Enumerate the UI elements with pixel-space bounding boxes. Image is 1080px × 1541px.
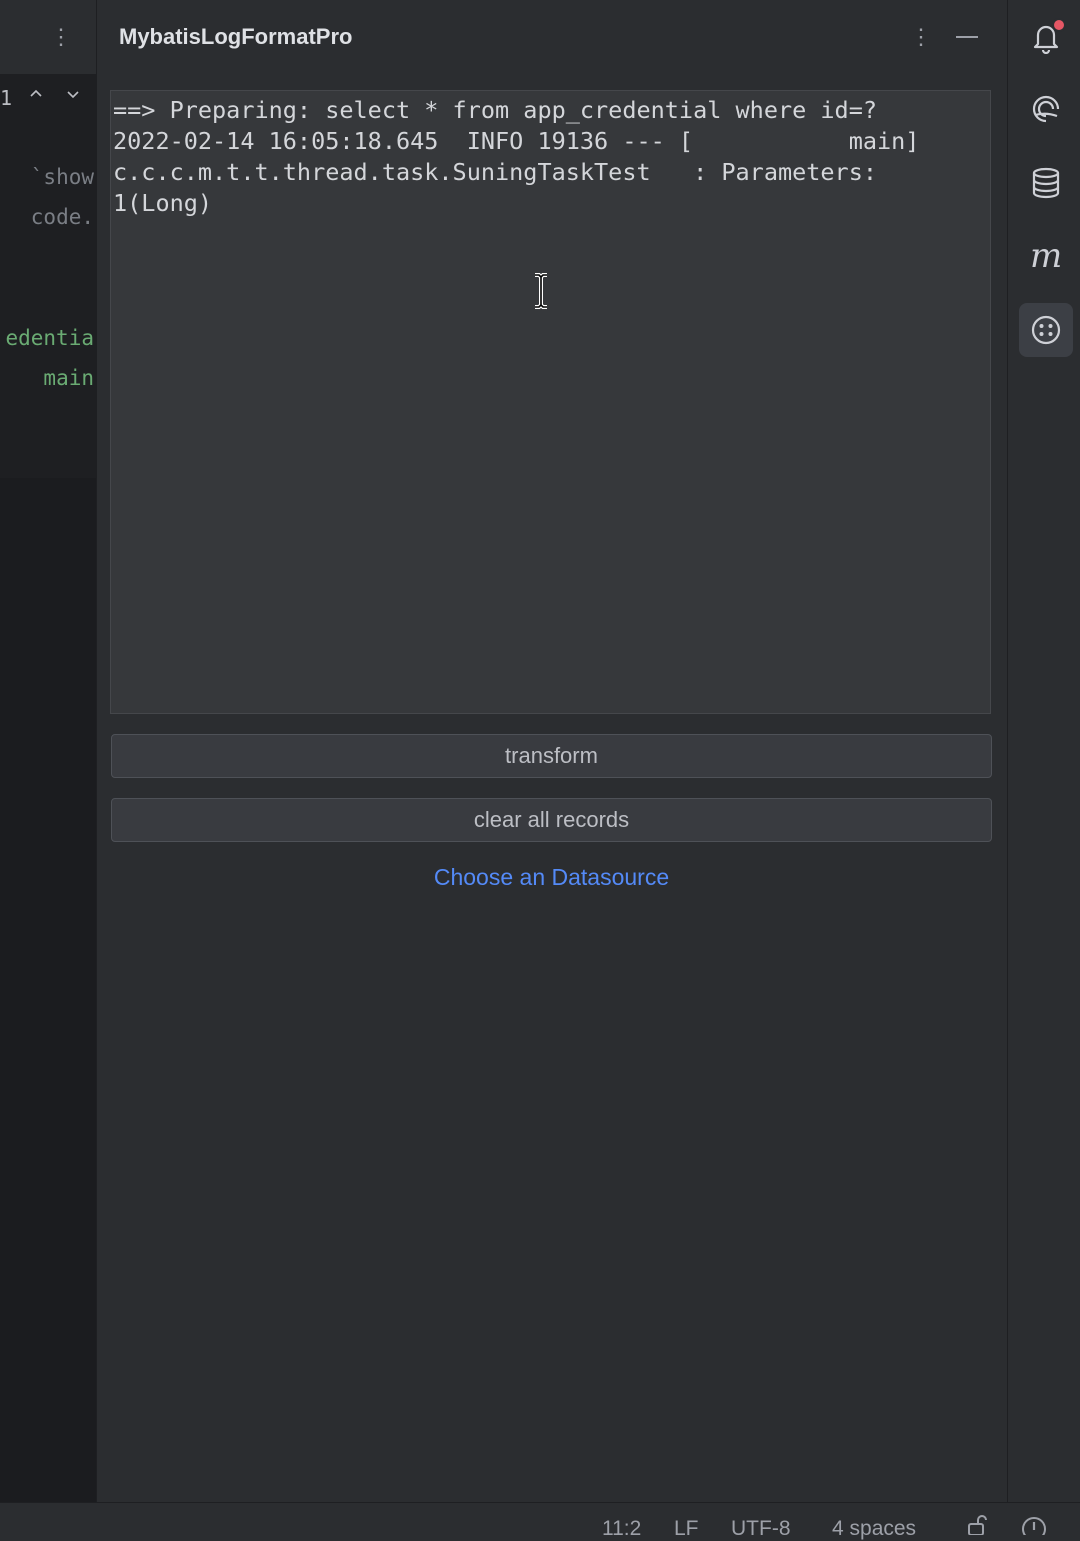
notification-badge bbox=[1052, 18, 1066, 32]
status-bar: 11:2 LF UTF-8 4 spaces bbox=[0, 1502, 1080, 1541]
line-ending[interactable]: LF bbox=[674, 1517, 699, 1541]
editor-fragment: ⋮ 1 `show code. edentia main bbox=[0, 0, 96, 1502]
log-line: ==> Preparing: select * from app_credent… bbox=[113, 96, 878, 124]
code-line: edentia bbox=[5, 326, 94, 350]
ai-assistant-icon[interactable] bbox=[1029, 92, 1063, 126]
code-line: main bbox=[43, 366, 94, 390]
database-icon[interactable] bbox=[1029, 166, 1063, 200]
clear-all-records-button[interactable]: clear all records bbox=[111, 798, 992, 842]
divider bbox=[96, 0, 97, 1502]
search-match-count: 1 bbox=[0, 86, 13, 110]
choose-datasource-link[interactable]: Choose an Datasource bbox=[111, 864, 992, 891]
indent-setting[interactable]: 4 spaces bbox=[832, 1517, 916, 1541]
editor-header: ⋮ bbox=[0, 0, 96, 74]
file-encoding[interactable]: UTF-8 bbox=[731, 1517, 791, 1541]
minimize-icon[interactable] bbox=[956, 36, 978, 38]
log-line: c.c.c.m.t.t.thread.task.SuningTaskTest :… bbox=[113, 158, 878, 186]
svg-text:m: m bbox=[1030, 238, 1062, 272]
log-line: 1(Long) bbox=[113, 189, 213, 217]
right-tool-stripe: m bbox=[1007, 0, 1080, 1502]
editor-code-area[interactable] bbox=[0, 74, 96, 478]
options-menu-icon[interactable]: ⋮ bbox=[909, 22, 933, 52]
log-input-textarea[interactable]: ==> Preparing: select * from app_credent… bbox=[110, 90, 991, 714]
tool-window-header: MybatisLogFormatPro ⋮ bbox=[97, 0, 1007, 74]
text-cursor-icon bbox=[535, 273, 547, 309]
plugin-icon[interactable] bbox=[1029, 313, 1063, 347]
code-line: code. bbox=[30, 205, 94, 229]
editor-lower-area bbox=[0, 478, 96, 1502]
code-line: `show bbox=[30, 165, 94, 189]
lock-icon[interactable] bbox=[966, 1515, 990, 1541]
caret-position[interactable]: 11:2 bbox=[602, 1517, 641, 1541]
maven-icon[interactable]: m bbox=[1029, 236, 1063, 276]
editor-options-icon[interactable]: ⋮ bbox=[50, 22, 72, 52]
tool-window-title: MybatisLogFormatPro bbox=[119, 24, 353, 49]
problems-icon[interactable] bbox=[1020, 1515, 1048, 1541]
log-line: 2022-02-14 16:05:18.645 INFO 19136 --- [… bbox=[113, 127, 920, 155]
previous-match-icon[interactable] bbox=[26, 86, 46, 110]
next-match-icon[interactable] bbox=[63, 86, 83, 110]
transform-button[interactable]: transform bbox=[111, 734, 992, 778]
